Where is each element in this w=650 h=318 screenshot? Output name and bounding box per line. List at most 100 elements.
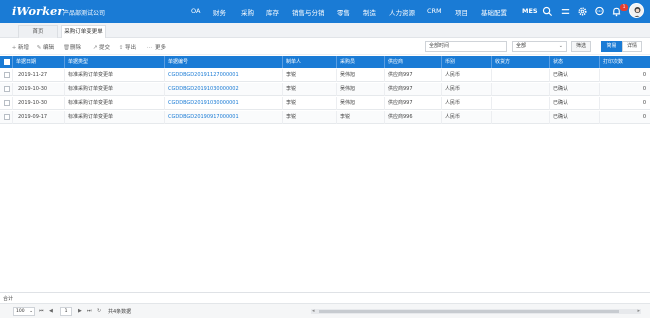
column-header[interactable]: 单据编号 <box>165 56 283 68</box>
select-all-checkbox[interactable] <box>4 59 10 65</box>
summary-row: 合计 <box>0 292 650 302</box>
tab-purchase-order-change[interactable]: 采购订单变更单 <box>61 25 106 38</box>
table-row[interactable]: 2019-10-30 标准采购订单变更单 CGDDBGD201910300000… <box>0 83 650 96</box>
column-header[interactable]: 状态 <box>550 56 600 68</box>
table-row[interactable]: 2019-11-27 标准采购订单变更单 CGDDBGD201911270000… <box>0 69 650 82</box>
date-range-input[interactable]: 全部时间 <box>425 41 507 52</box>
first-page-icon[interactable]: ⏮ <box>39 308 44 314</box>
plus-icon: + <box>11 45 17 51</box>
trash-icon: 🗑 <box>63 45 70 51</box>
status-select-value: 全部 <box>516 43 527 49</box>
edit-button[interactable]: ✎ 编辑 <box>36 43 54 51</box>
table-row[interactable]: 2019-10-30 标准采购订单变更单 CGDDBGD201910300000… <box>0 97 650 110</box>
export-button-label: 导出 <box>125 45 137 51</box>
cell-creator: 李锐 <box>283 83 337 96</box>
nav-item-hr[interactable]: 人力资源 <box>389 7 415 17</box>
cell-receiver <box>492 111 550 124</box>
page-number-input[interactable]: 1 <box>60 307 72 316</box>
nav-item-retail[interactable]: 零售 <box>337 7 350 17</box>
filter-button[interactable]: 筛选 <box>571 41 591 52</box>
column-header[interactable]: 收货方 <box>492 56 550 68</box>
cell-supplier: 供应商997 <box>385 97 442 110</box>
cell-currency: 人民币 <box>442 97 492 110</box>
cell-buyer: 李锐 <box>337 111 385 124</box>
add-button-label: 新增 <box>18 45 30 51</box>
nav-item-crm[interactable]: CRM <box>427 7 442 15</box>
row-select-cell <box>0 83 13 96</box>
export-button[interactable]: ⇪ 导出 <box>118 43 136 51</box>
cell-currency: 人民币 <box>442 69 492 82</box>
tab-strip: 首页 采购订单变更单 <box>0 23 650 38</box>
status-select[interactable]: 全部 ⌄ <box>512 41 567 52</box>
simple-view-button[interactable]: 简易 <box>601 41 622 52</box>
nav-item-sales[interactable]: 销售与分销 <box>292 7 325 17</box>
cell-status: 已确认 <box>550 83 600 96</box>
edit-button-label: 编辑 <box>43 45 55 51</box>
cell-print-count: 0 <box>642 100 646 106</box>
submit-icon: ↗ <box>92 45 98 51</box>
row-select-cell <box>0 69 13 82</box>
row-checkbox[interactable] <box>4 114 10 120</box>
column-header[interactable]: 供应商 <box>385 56 442 68</box>
scroll-right-icon[interactable]: ▸ <box>637 308 640 314</box>
horizontal-scrollbar[interactable]: ◂ ▸ <box>311 308 641 314</box>
doc-number-link[interactable]: CGDDBGD20191030000002 <box>165 83 283 96</box>
cell-print-count: 0 <box>642 86 646 92</box>
page-size-value: 100 <box>16 309 25 314</box>
cell-print-count: 0 <box>642 114 646 120</box>
column-header[interactable]: 单据类型 <box>65 56 165 68</box>
next-page-icon[interactable]: ▶ <box>78 308 82 314</box>
add-button[interactable]: + 新增 <box>11 43 29 51</box>
cell-doc-type: 标准采购订单变更单 <box>65 97 165 110</box>
avatar[interactable] <box>629 3 644 18</box>
cell-receiver <box>492 97 550 110</box>
nav-item-purchase[interactable]: 采购 <box>241 7 254 17</box>
row-checkbox[interactable] <box>4 100 10 106</box>
page-size-select[interactable]: 100 ⌄ <box>13 307 35 316</box>
column-header[interactable]: 币别 <box>442 56 492 68</box>
cell-supplier: 供应商996 <box>385 111 442 124</box>
cell-buyer: 吴伟旭 <box>337 83 385 96</box>
column-header[interactable]: 单据日期 <box>13 56 65 68</box>
menu-icon[interactable] <box>560 6 571 17</box>
column-header[interactable]: 采购员 <box>337 56 385 68</box>
nav-item-oa[interactable]: OA <box>191 7 200 15</box>
cell-buyer: 吴伟旭 <box>337 69 385 82</box>
app-logo[interactable]: iWorker <box>12 4 63 18</box>
column-header[interactable]: 打印次数 <box>600 56 650 68</box>
tab-home[interactable]: 首页 <box>18 25 58 38</box>
company-name[interactable]: 产品部测试公司 <box>63 8 105 17</box>
detail-view-button[interactable]: 详情 <box>622 41 642 52</box>
delete-button[interactable]: 🗑删除 <box>63 43 81 51</box>
nav-item-mes[interactable]: MES <box>522 7 538 15</box>
cell-creator: 李锐 <box>283 69 337 82</box>
header-select-cell <box>0 56 13 68</box>
cell-buyer: 吴伟旭 <box>337 97 385 110</box>
row-select-cell <box>0 97 13 110</box>
column-header[interactable]: 制单人 <box>283 56 337 68</box>
more-button[interactable]: ··· 更多 <box>145 43 166 51</box>
cell-doc-type: 标准采购订单变更单 <box>65 83 165 96</box>
nav-item-manufacturing[interactable]: 制造 <box>363 7 376 17</box>
cell-status: 已确认 <box>550 97 600 110</box>
refresh-icon[interactable]: ↻ <box>97 308 101 314</box>
nav-item-project[interactable]: 项目 <box>455 7 468 17</box>
nav-item-inventory[interactable]: 库存 <box>266 7 279 17</box>
doc-number-link[interactable]: CGDDBGD20191127000001 <box>165 69 283 82</box>
scroll-left-icon[interactable]: ◂ <box>312 308 315 314</box>
doc-number-link[interactable]: CGDDBGD20190917000001 <box>165 111 283 124</box>
doc-number-link[interactable]: CGDDBGD20191030000001 <box>165 97 283 110</box>
search-icon[interactable] <box>542 6 553 17</box>
nav-item-basic-config[interactable]: 基础配置 <box>481 7 507 17</box>
row-checkbox[interactable] <box>4 72 10 78</box>
scrollbar-thumb[interactable] <box>319 310 619 313</box>
gear-icon[interactable] <box>577 6 588 17</box>
nav-item-finance[interactable]: 财务 <box>213 7 226 17</box>
table-row[interactable]: 2019-09-17 标准采购订单变更单 CGDDBGD201909170000… <box>0 111 650 124</box>
chat-icon[interactable] <box>594 6 605 17</box>
row-checkbox[interactable] <box>4 86 10 92</box>
last-page-icon[interactable]: ⏭ <box>87 308 92 314</box>
prev-page-icon[interactable]: ◀ <box>49 308 53 314</box>
submit-button[interactable]: ↗ 提交 <box>92 43 110 51</box>
submit-button-label: 提交 <box>99 45 111 51</box>
